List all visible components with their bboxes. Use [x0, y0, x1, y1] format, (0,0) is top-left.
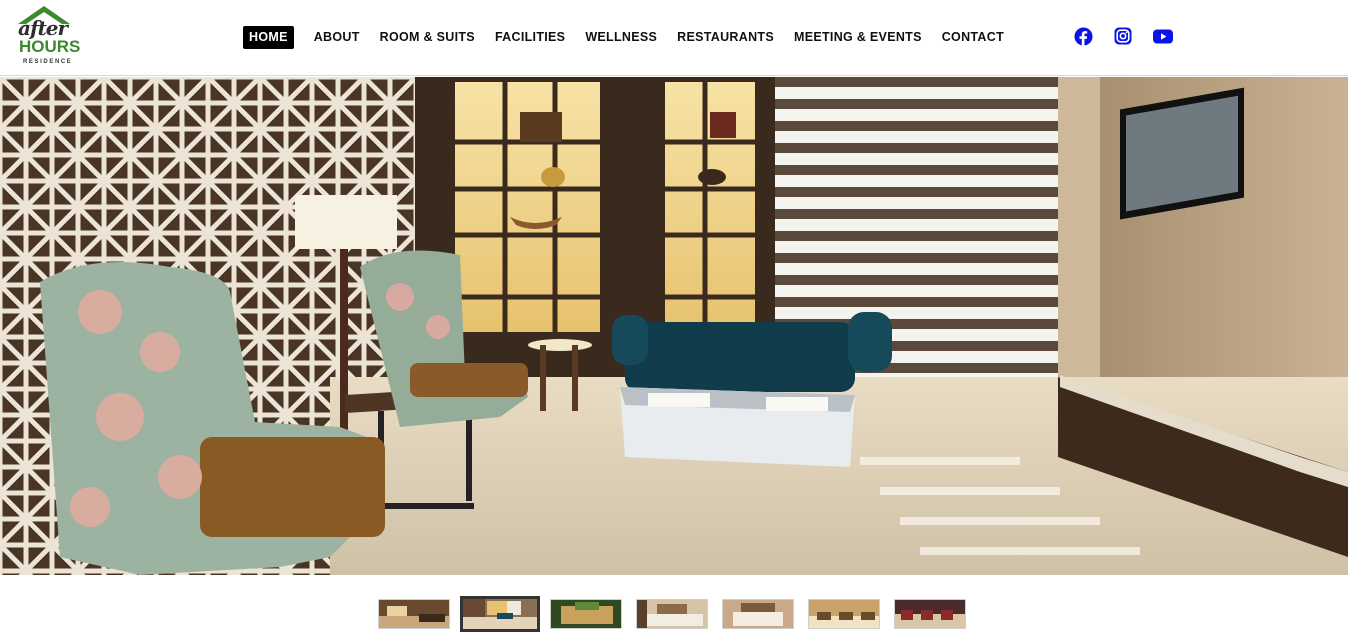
- facebook-icon[interactable]: [1073, 26, 1093, 46]
- gallery-thumb-4[interactable]: [636, 599, 708, 629]
- social-links: [1073, 26, 1193, 46]
- logo-word-after: after: [18, 16, 68, 40]
- main-nav: HOME ABOUT ROOM & SUITS FACILITIES WELLN…: [243, 25, 1024, 49]
- gallery-thumb-7[interactable]: [894, 599, 966, 629]
- hero-slide-image[interactable]: [0, 77, 1348, 575]
- nav-room-suits[interactable]: ROOM & SUITS: [380, 26, 475, 49]
- brand-logo[interactable]: after HOURS RESIDENCE: [14, 4, 81, 68]
- gallery-thumb-1[interactable]: [378, 599, 450, 629]
- nav-home[interactable]: HOME: [243, 25, 294, 49]
- gallery-thumb-2[interactable]: [460, 596, 540, 632]
- gallery-thumb-6[interactable]: [808, 599, 880, 629]
- youtube-icon[interactable]: [1153, 26, 1173, 46]
- nav-wellness[interactable]: WELLNESS: [585, 26, 657, 49]
- nav-about[interactable]: ABOUT: [314, 26, 360, 49]
- logo-word-hours: HOURS: [19, 37, 81, 56]
- site-header: after HOURS RESIDENCE HOME ABOUT ROOM & …: [0, 0, 1348, 76]
- nav-restaurants[interactable]: RESTAURANTS: [677, 26, 774, 49]
- lobby-photo: [0, 77, 1348, 575]
- nav-contact[interactable]: CONTACT: [942, 26, 1004, 49]
- gallery-thumbnails: [378, 596, 980, 632]
- logo-word-residence: RESIDENCE: [23, 59, 73, 65]
- gallery-thumb-5[interactable]: [722, 599, 794, 629]
- nav-meeting-events[interactable]: MEETING & EVENTS: [794, 26, 922, 49]
- instagram-icon[interactable]: [1113, 26, 1133, 46]
- gallery-thumb-3[interactable]: [550, 599, 622, 629]
- nav-facilities[interactable]: FACILITIES: [495, 26, 565, 49]
